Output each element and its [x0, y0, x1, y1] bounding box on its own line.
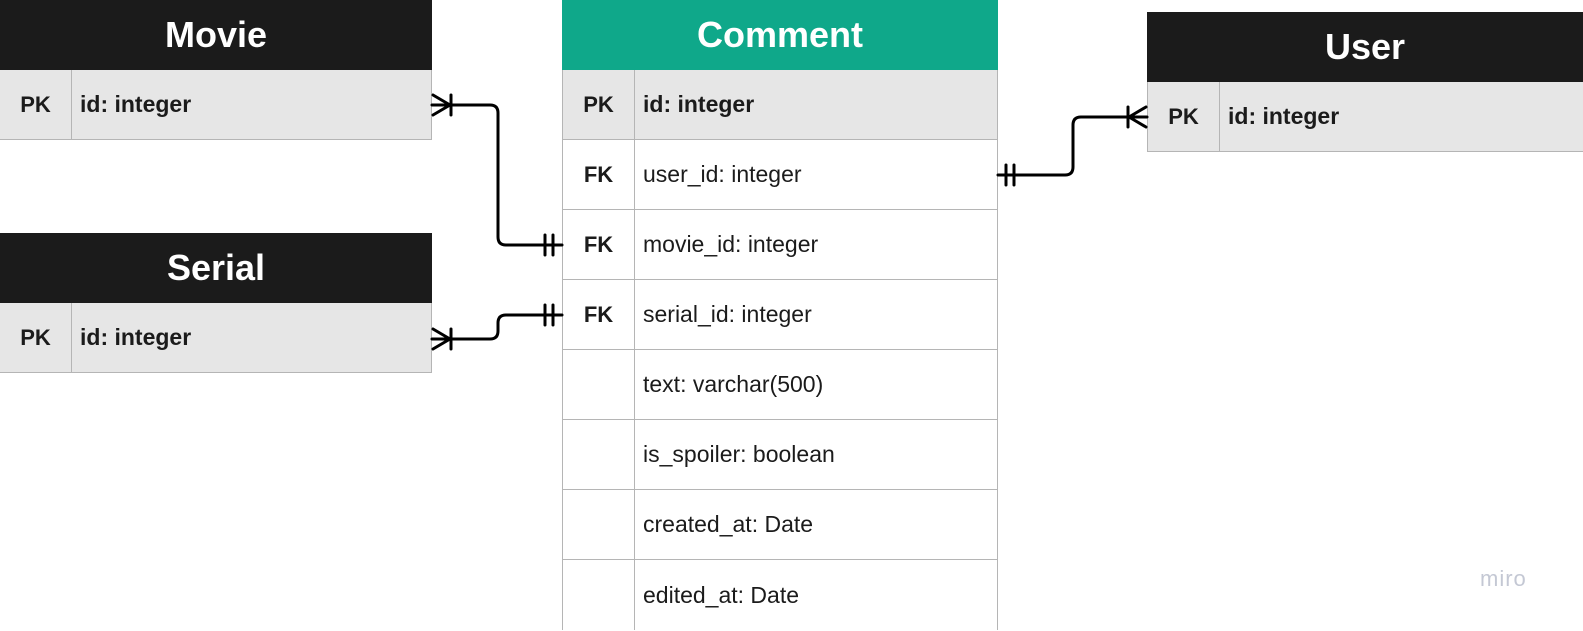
- key-badge: [563, 560, 635, 630]
- entity-serial-title: Serial: [166, 247, 266, 288]
- key-badge: [563, 490, 635, 559]
- entity-serial[interactable]: Serial PK id: integer: [0, 233, 432, 373]
- entity-user[interactable]: User PK id: integer: [1147, 12, 1583, 152]
- field-label: id: integer: [80, 91, 192, 117]
- entity-user-title: User: [1324, 26, 1406, 67]
- key-badge: [563, 350, 635, 419]
- key-badge: [563, 420, 635, 489]
- entity-serial-row-id[interactable]: PK id: integer: [0, 303, 432, 373]
- relationship-movie-comment[interactable]: [430, 93, 564, 257]
- entity-comment-row-serial-id[interactable]: FK serial_id: integer: [562, 280, 998, 350]
- field-label: text: varchar(500): [643, 371, 824, 397]
- field-label: id: integer: [643, 91, 755, 117]
- key-badge: PK: [0, 70, 72, 139]
- entity-comment-title: Comment: [696, 14, 863, 55]
- entity-movie-row-id[interactable]: PK id: integer: [0, 70, 432, 140]
- entity-serial-header: Serial: [0, 233, 432, 303]
- crows-foot-icon: [1126, 105, 1148, 129]
- one-mandatory-icon: [543, 233, 555, 257]
- relationship-serial-comment[interactable]: [430, 303, 564, 351]
- entity-user-header: User: [1147, 12, 1583, 82]
- entity-comment-row-movie-id[interactable]: FK movie_id: integer: [562, 210, 998, 280]
- entity-movie-header: Movie: [0, 0, 432, 70]
- field-label: id: integer: [1228, 103, 1340, 129]
- key-badge: FK: [563, 140, 635, 209]
- field-label: serial_id: integer: [643, 301, 812, 327]
- entity-comment-row-id[interactable]: PK id: integer: [562, 70, 998, 140]
- entity-comment-row-is-spoiler[interactable]: is_spoiler: boolean: [562, 420, 998, 490]
- key-badge: PK: [1148, 82, 1220, 151]
- entity-comment[interactable]: Comment PK id: integer FK user_id: integ…: [562, 0, 998, 630]
- crows-foot-icon: [431, 93, 453, 117]
- field-label: movie_id: integer: [643, 231, 819, 257]
- entity-user-row-id[interactable]: PK id: integer: [1147, 82, 1583, 152]
- crows-foot-icon: [431, 327, 453, 351]
- entity-comment-header: Comment: [562, 0, 998, 70]
- one-mandatory-icon: [543, 303, 555, 327]
- key-badge: FK: [563, 280, 635, 349]
- entity-comment-row-user-id[interactable]: FK user_id: integer: [562, 140, 998, 210]
- key-badge: FK: [563, 210, 635, 279]
- relationship-user-comment[interactable]: [996, 105, 1149, 187]
- entity-comment-row-edited-at[interactable]: edited_at: Date: [562, 560, 998, 630]
- key-badge: PK: [563, 70, 635, 139]
- key-badge: PK: [0, 303, 72, 372]
- field-label: user_id: integer: [643, 161, 802, 187]
- entity-comment-row-created-at[interactable]: created_at: Date: [562, 490, 998, 560]
- field-label: id: integer: [80, 324, 192, 350]
- field-label: edited_at: Date: [643, 581, 800, 608]
- miro-watermark: miro: [1480, 566, 1527, 591]
- entity-comment-row-text[interactable]: text: varchar(500): [562, 350, 998, 420]
- entity-movie-title: Movie: [164, 14, 268, 55]
- field-label: is_spoiler: boolean: [643, 441, 835, 467]
- field-label: created_at: Date: [643, 511, 814, 537]
- entity-movie[interactable]: Movie PK id: integer: [0, 0, 432, 140]
- one-mandatory-icon: [1004, 163, 1016, 187]
- er-diagram-canvas: Movie PK id: integer Serial PK id: integ…: [0, 0, 1583, 631]
